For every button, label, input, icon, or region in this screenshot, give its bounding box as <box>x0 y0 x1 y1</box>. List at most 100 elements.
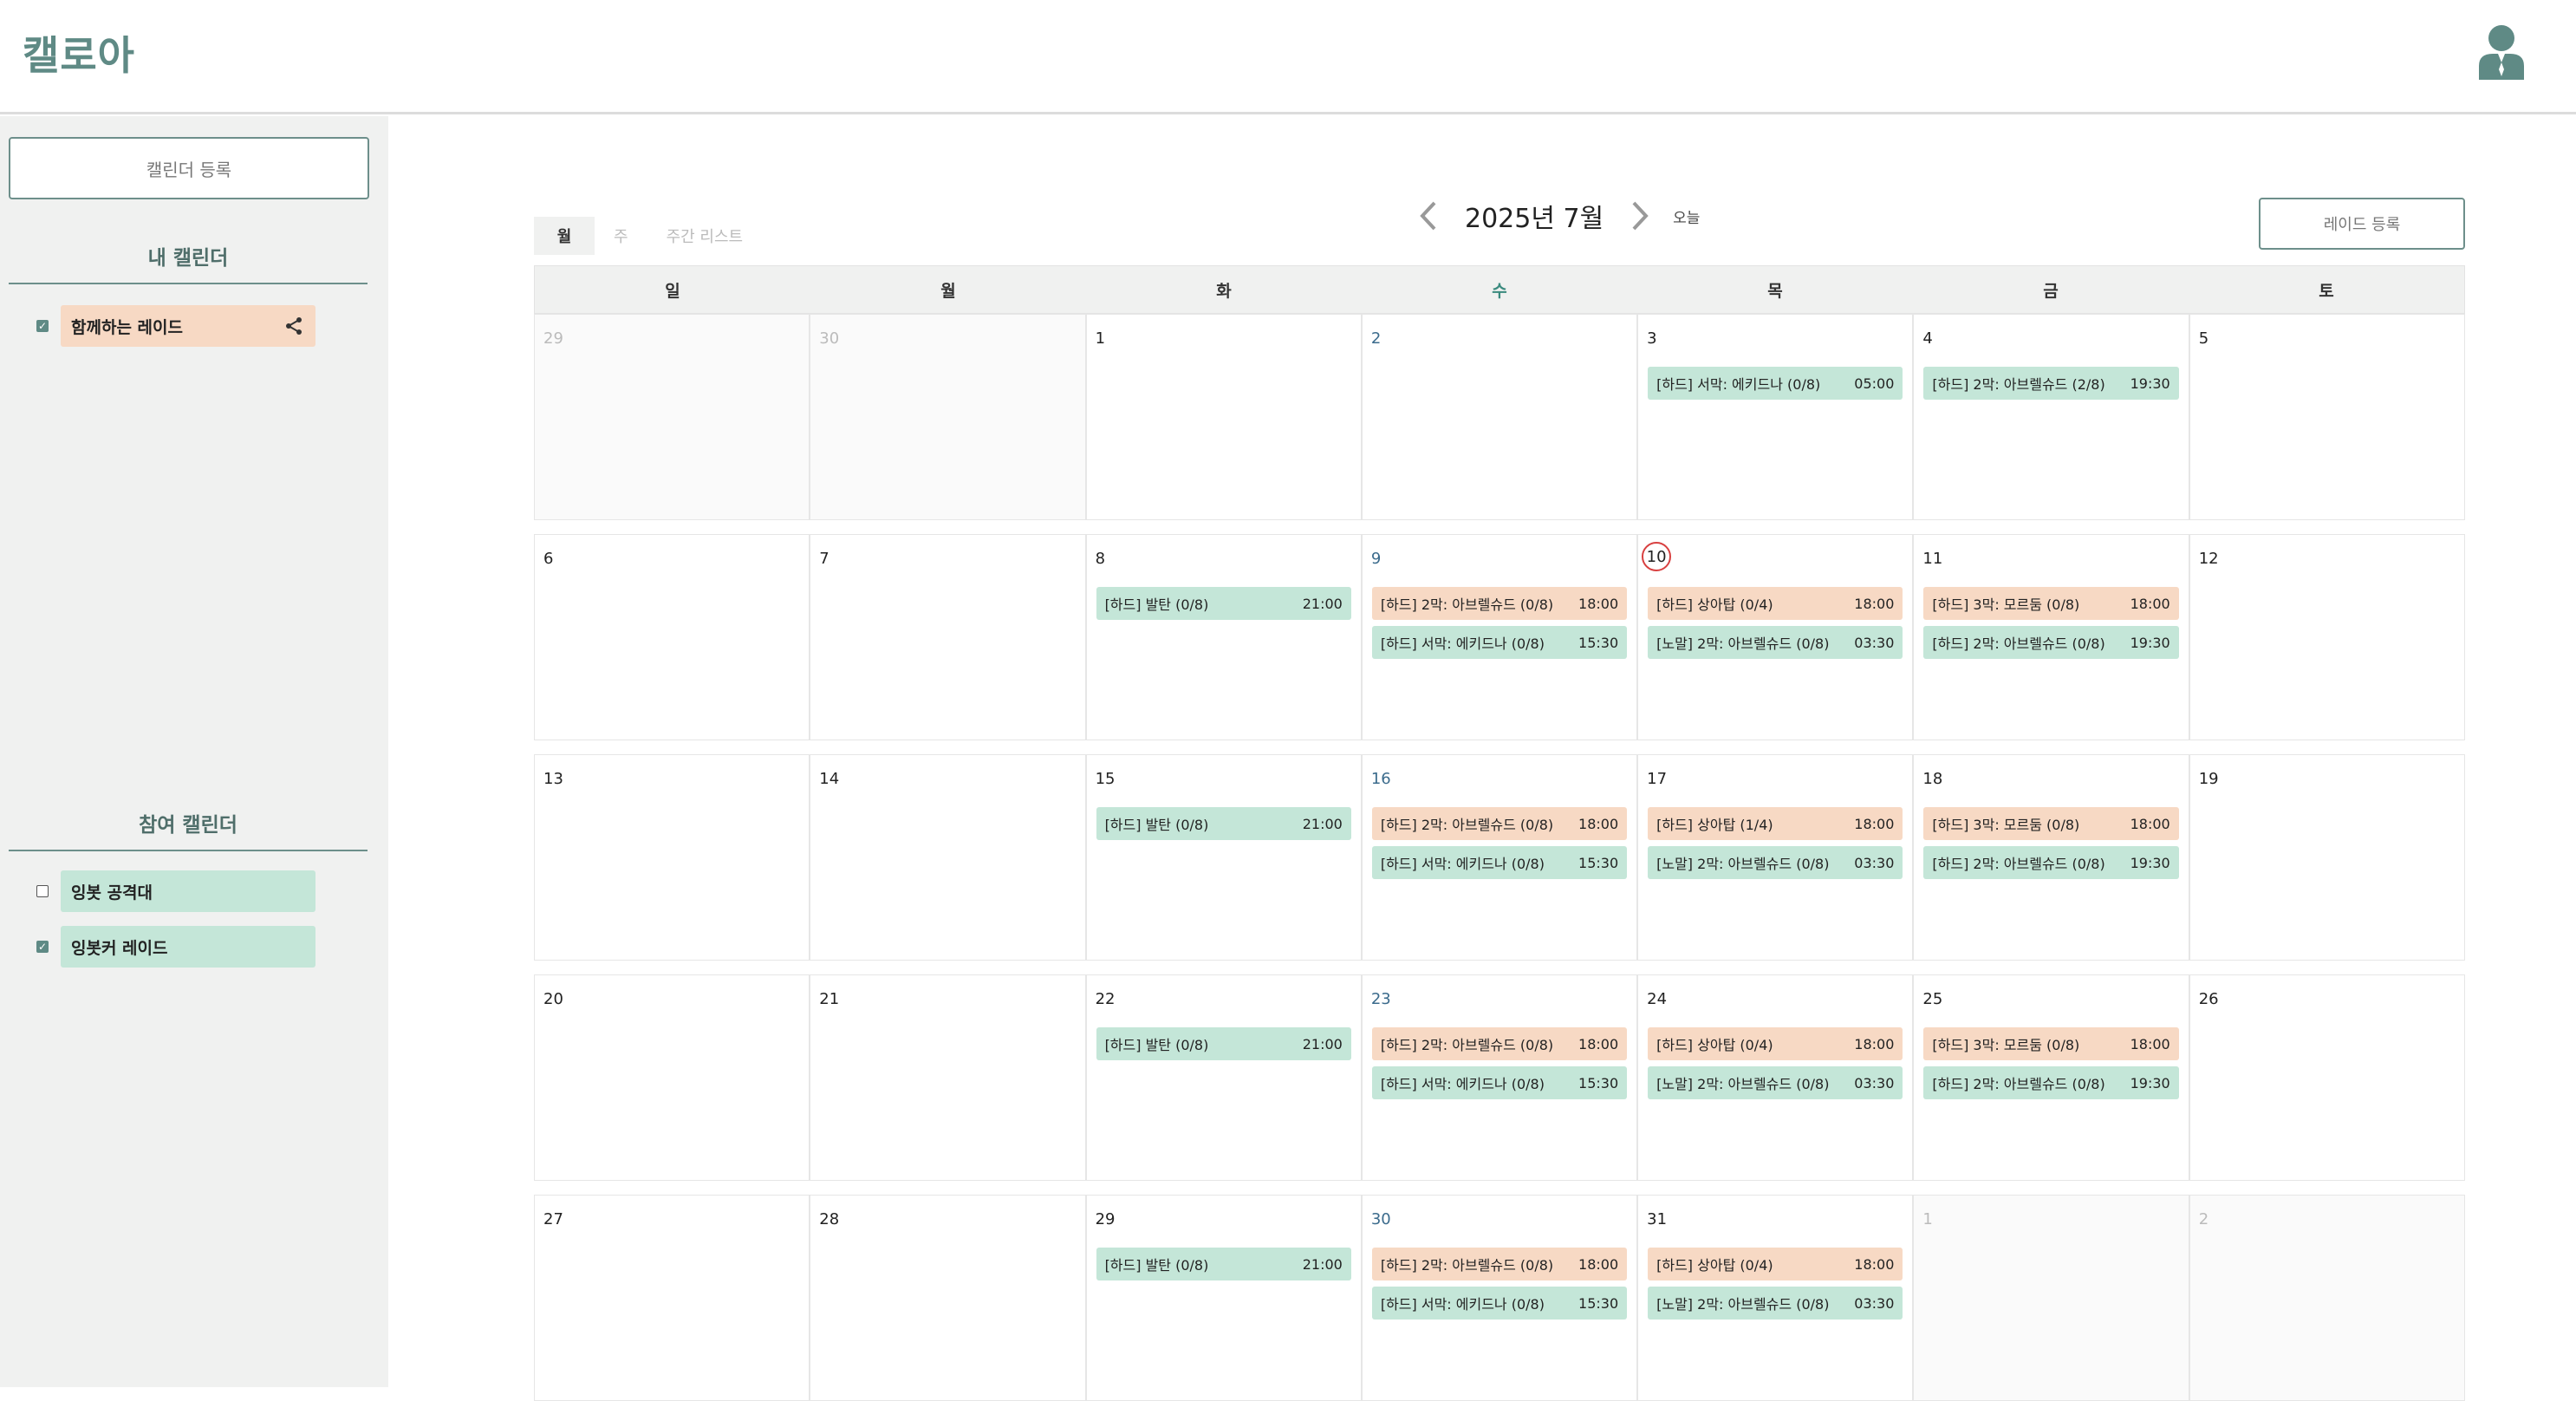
raid-event[interactable]: [하드] 2막: 아브렐슈드 (0/8) 19:30 <box>1923 1066 2179 1099</box>
week-row: 20 21 22 [하드] 발탄 (0/8) 21:00 23 [하드] 2막: 아브렐슈드… <box>534 974 2465 1181</box>
raid-event[interactable]: [노말] 2막: 아브렐슈드 (0/8) 03:30 <box>1648 1287 1903 1320</box>
raid-event-time: 15:30 <box>1578 1074 1619 1091</box>
day-cell[interactable]: 16 [하드] 2막: 아브렐슈드 (0/8) 18:00 [하드] 서막: 에키드나… <box>1361 754 1638 961</box>
day-cell[interactable]: 1 <box>1913 1195 2189 1401</box>
raid-event[interactable]: [하드] 서막: 에키드나 (0/8) 15:30 <box>1371 1287 1628 1320</box>
day-cell[interactable]: 17 [하드] 상아탑 (1/4) 18:00 [노말] 2막: 아브렐슈드 (0/8… <box>1637 754 1914 961</box>
my-calendar-item[interactable]: ✓ 함께하는 레이드 <box>36 305 315 347</box>
app-logo[interactable]: 캘로아 <box>23 24 135 81</box>
day-cell[interactable]: 23 [하드] 2막: 아브렐슈드 (0/8) 18:00 [하드] 서막: 에키드나… <box>1361 974 1638 1181</box>
week-row: 27 28 29 [하드] 발탄 (0/8) 21:00 30 [하드] 2막: 아브렐슈드… <box>534 1195 2465 1401</box>
calendar-chip[interactable]: 함께하는 레이드 <box>61 305 315 347</box>
day-cell[interactable]: 28 <box>810 1195 1086 1401</box>
day-cell[interactable]: 5 <box>2189 314 2465 520</box>
checkbox-checked-icon[interactable]: ✓ <box>36 320 49 332</box>
day-cell[interactable]: 12 <box>2189 534 2465 740</box>
raid-event[interactable]: [노말] 2막: 아브렐슈드 (0/8) 03:30 <box>1648 626 1903 659</box>
raid-event[interactable]: [하드] 2막: 아브렐슈드 (0/8) 19:30 <box>1923 846 2179 879</box>
checkbox-unchecked-icon[interactable] <box>36 885 49 897</box>
day-number: 31 <box>1647 1209 1668 1228</box>
day-cell[interactable]: 25 [하드] 3막: 모르둠 (0/8) 18:00 [하드] 2막: 아브렐슈드 … <box>1913 974 2189 1181</box>
day-cell[interactable]: 2 <box>2189 1195 2465 1401</box>
day-cell[interactable]: 7 <box>810 534 1086 740</box>
raid-event[interactable]: [하드] 서막: 에키드나 (0/8) 05:00 <box>1648 367 1903 400</box>
raid-event[interactable]: [하드] 서막: 에키드나 (0/8) 15:30 <box>1371 1066 1628 1099</box>
day-cell[interactable]: 9 [하드] 2막: 아브렐슈드 (0/8) 18:00 [하드] 서막: 에키드나 … <box>1361 534 1638 740</box>
day-cell[interactable]: 24 [하드] 상아탑 (0/4) 18:00 [노말] 2막: 아브렐슈드 (0/8… <box>1637 974 1914 1181</box>
calendar-chip[interactable]: 잉봇 공격대 <box>61 870 315 912</box>
raid-event-title: [하드] 상아탑 (1/4) <box>1656 817 1773 833</box>
raid-event[interactable]: [하드] 상아탑 (0/4) 18:00 <box>1648 587 1903 620</box>
day-cell[interactable]: 26 <box>2189 974 2465 1181</box>
raid-event-time: 21:00 <box>1302 1035 1343 1052</box>
day-cell[interactable]: 19 <box>2189 754 2465 961</box>
raid-event[interactable]: [하드] 3막: 모르둠 (0/8) 18:00 <box>1923 587 2179 620</box>
calendar-chip[interactable]: 잉봇커 레이드 <box>61 926 315 968</box>
tab-week-list[interactable]: 주간 리스트 <box>647 217 763 255</box>
today-day-number: 10 <box>1642 542 1672 571</box>
day-cell[interactable]: 21 <box>810 974 1086 1181</box>
day-cell[interactable]: 4 [하드] 2막: 아브렐슈드 (2/8) 19:30 <box>1913 314 2189 520</box>
raid-event[interactable]: [하드] 발탄 (0/8) 21:00 <box>1096 1248 1351 1280</box>
raid-event-time: 18:00 <box>2130 1035 2170 1052</box>
tab-week[interactable]: 주 <box>595 217 647 255</box>
day-cell[interactable]: 30 [하드] 2막: 아브렐슈드 (0/8) 18:00 [하드] 서막: 에키드나… <box>1361 1195 1638 1401</box>
raid-event[interactable]: [하드] 2막: 아브렐슈드 (2/8) 19:30 <box>1923 367 2179 400</box>
raid-event[interactable]: [하드] 발탄 (0/8) 21:00 <box>1096 587 1351 620</box>
raid-event[interactable]: [하드] 상아탑 (0/4) 18:00 <box>1648 1027 1903 1060</box>
raid-event[interactable]: [하드] 2막: 아브렐슈드 (0/8) 18:00 <box>1371 587 1628 620</box>
weekday-header-cell: 목 <box>1767 281 1783 301</box>
today-button[interactable]: 오늘 <box>1673 205 1700 227</box>
calendar-label: 함께하는 레이드 <box>71 317 183 337</box>
raid-event[interactable]: [하드] 2막: 아브렐슈드 (0/8) 18:00 <box>1371 1027 1628 1060</box>
tab-month[interactable]: 월 <box>534 217 595 255</box>
raid-event[interactable]: [노말] 2막: 아브렐슈드 (0/8) 03:30 <box>1648 1066 1903 1099</box>
day-cell[interactable]: 27 <box>534 1195 810 1401</box>
day-cell[interactable]: 6 <box>534 534 810 740</box>
day-cell[interactable]: 11 [하드] 3막: 모르둠 (0/8) 18:00 [하드] 2막: 아브렐슈드 … <box>1913 534 2189 740</box>
add-raid-button[interactable]: 레이드 등록 <box>2259 198 2465 250</box>
raid-event[interactable]: [노말] 2막: 아브렐슈드 (0/8) 03:30 <box>1648 846 1903 879</box>
raid-event[interactable]: [하드] 서막: 에키드나 (0/8) 15:30 <box>1371 626 1628 659</box>
day-cell[interactable]: 14 <box>810 754 1086 961</box>
raid-event[interactable]: [하드] 2막: 아브렐슈드 (0/8) 19:30 <box>1923 626 2179 659</box>
day-cell[interactable]: 8 [하드] 발탄 (0/8) 21:00 <box>1085 534 1362 740</box>
day-cell[interactable]: 20 <box>534 974 810 1181</box>
checkbox-checked-icon[interactable]: ✓ <box>36 941 49 953</box>
chevron-right-icon[interactable] <box>1623 199 1657 233</box>
raid-event[interactable]: [하드] 발탄 (0/8) 21:00 <box>1096 807 1351 840</box>
raid-event-time: 18:00 <box>1854 595 1895 612</box>
day-cell[interactable]: 29 <box>534 314 810 520</box>
raid-event[interactable]: [하드] 3막: 모르둠 (0/8) 18:00 <box>1923 1027 2179 1060</box>
raid-event[interactable]: [하드] 발탄 (0/8) 21:00 <box>1096 1027 1351 1060</box>
user-icon[interactable] <box>2475 24 2527 80</box>
raid-event[interactable]: [하드] 상아탑 (0/4) 18:00 <box>1648 1248 1903 1280</box>
day-cell[interactable]: 30 <box>810 314 1086 520</box>
day-cell[interactable]: 22 [하드] 발탄 (0/8) 21:00 <box>1085 974 1362 1181</box>
raid-event-time: 21:00 <box>1302 815 1343 832</box>
raid-event[interactable]: [하드] 서막: 에키드나 (0/8) 15:30 <box>1371 846 1628 879</box>
raid-event[interactable]: [하드] 상아탑 (1/4) 18:00 <box>1648 807 1903 840</box>
chevron-left-icon[interactable] <box>1411 199 1446 233</box>
day-cell[interactable]: 29 [하드] 발탄 (0/8) 21:00 <box>1085 1195 1362 1401</box>
raid-event[interactable]: [하드] 2막: 아브렐슈드 (0/8) 18:00 <box>1371 1248 1628 1280</box>
day-cell[interactable]: 15 [하드] 발탄 (0/8) 21:00 <box>1085 754 1362 961</box>
day-cell[interactable]: 18 [하드] 3막: 모르둠 (0/8) 18:00 [하드] 2막: 아브렐슈드 … <box>1913 754 2189 961</box>
joined-calendar-item[interactable]: ✓ 잉봇커 레이드 <box>36 926 315 968</box>
raid-event-title: [노말] 2막: 아브렐슈드 (0/8) <box>1656 1296 1830 1313</box>
day-cell[interactable]: 3 [하드] 서막: 에키드나 (0/8) 05:00 <box>1637 314 1914 520</box>
day-number: 27 <box>543 1209 563 1228</box>
sidebar: 캘린더 등록 내 캘린더 ✓ 함께하는 레이드 참여 캘린더 잉봇 공격대 ✓ … <box>0 116 388 1387</box>
raid-event[interactable]: [하드] 3막: 모르둠 (0/8) 18:00 <box>1923 807 2179 840</box>
joined-calendar-item[interactable]: 잉봇 공격대 <box>36 870 315 912</box>
day-cell[interactable]: 13 <box>534 754 810 961</box>
day-cell[interactable]: 1 <box>1085 314 1362 520</box>
day-cell[interactable]: 31 [하드] 상아탑 (0/4) 18:00 [노말] 2막: 아브렐슈드 (0/8… <box>1637 1195 1914 1401</box>
add-calendar-button[interactable]: 캘린더 등록 <box>9 137 369 199</box>
weekday-header-cell: 화 <box>1216 281 1232 301</box>
share-icon[interactable] <box>284 316 303 336</box>
day-cell[interactable]: 2 <box>1361 314 1638 520</box>
day-cell[interactable]: 10 [하드] 상아탑 (0/4) 18:00 [노말] 2막: 아브렐슈드 (0/8… <box>1637 534 1914 740</box>
raid-event-title: [하드] 발탄 (0/8) <box>1104 1037 1209 1053</box>
raid-event[interactable]: [하드] 2막: 아브렐슈드 (0/8) 18:00 <box>1371 807 1628 840</box>
